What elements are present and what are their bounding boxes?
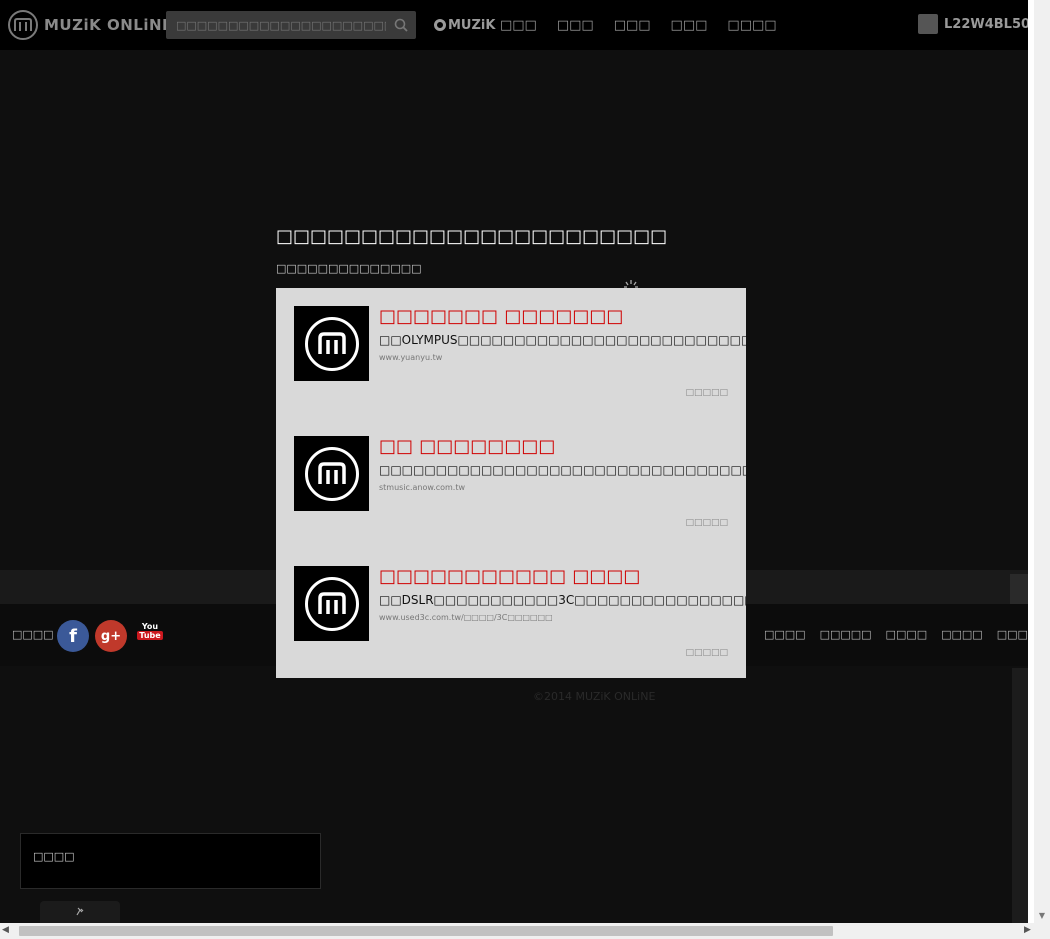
footer-link[interactable]: □□□□ bbox=[886, 628, 928, 641]
nav-item-5[interactable]: □□□□ bbox=[727, 18, 776, 33]
ad-item[interactable]: □□□□□□□ □□□□□□□ □□OLYMPUS□□□□□□□□□□□□□□□… bbox=[294, 306, 746, 436]
scroll-right-arrow-icon[interactable]: ▶ bbox=[1024, 925, 1031, 935]
ad-more-link[interactable]: □□□□□ bbox=[685, 648, 728, 658]
nav-item-muzik[interactable]: MUZiK □□□ bbox=[434, 18, 537, 33]
ad-title[interactable]: □□ □□□□□□□□ bbox=[379, 436, 555, 457]
ad-description: □□DSLR□□□□□□□□□□□3C□□□□□□□□□□□□□□□□□□□□□… bbox=[379, 593, 746, 607]
ad-url[interactable]: www.used3c.com.tw/□□□□/3C□□□□□□ bbox=[379, 613, 553, 622]
ad-more-link[interactable]: □□□□□ bbox=[685, 518, 728, 528]
nav-item-3[interactable]: □□□ bbox=[614, 18, 651, 33]
overlay-title: □□□□□□□□□□□□□□□□□□□□□□□ bbox=[276, 226, 668, 247]
nav-item-4[interactable]: □□□ bbox=[671, 18, 708, 33]
search-icon[interactable] bbox=[386, 11, 416, 39]
avatar bbox=[918, 14, 938, 34]
pin-icon bbox=[76, 907, 84, 916]
footer-links: □□□□ □□□□□ □□□□ □□□□ □□□□ □□□ bbox=[764, 628, 1050, 641]
copyright: ©2014 MUZiK ONLiNE bbox=[533, 690, 656, 703]
ad-title[interactable]: □□□□□□□□□□□ □□□□ bbox=[379, 566, 640, 587]
youtube-icon[interactable]: You Tube bbox=[136, 622, 164, 648]
vertical-scrollbar[interactable] bbox=[1034, 0, 1050, 923]
ad-more-link[interactable]: □□□□□ bbox=[685, 388, 728, 398]
scroll-down-arrow-icon[interactable]: ▼ bbox=[1034, 908, 1050, 923]
logo-mark-icon bbox=[8, 10, 38, 40]
search-box bbox=[166, 11, 416, 39]
ad-title[interactable]: □□□□□□□ □□□□□□□ bbox=[379, 306, 623, 327]
muzik-logo-icon bbox=[304, 446, 359, 501]
muzik-dot-icon bbox=[434, 19, 446, 31]
chat-title: □□□□ bbox=[33, 850, 75, 863]
ad-description: □□□□□□□□□□□□□□□□□□□□□□□□□□□□□□□□□□□□□□□□… bbox=[379, 463, 746, 477]
muzik-logo-icon bbox=[304, 316, 359, 371]
chat-widget[interactable]: □□□□ bbox=[20, 833, 321, 889]
logo-text: MUZiK ONLiNE bbox=[44, 16, 173, 34]
ad-thumbnail bbox=[294, 436, 369, 511]
ad-description: □□OLYMPUS□□□□□□□□□□□□□□□□□□□□□□□□□□□□□□□… bbox=[379, 333, 746, 347]
ad-thumbnail bbox=[294, 566, 369, 641]
ad-thumbnail bbox=[294, 306, 369, 381]
ad-url[interactable]: www.yuanyu.tw bbox=[379, 353, 442, 362]
facebook-icon[interactable]: f bbox=[57, 620, 89, 652]
scroll-left-arrow-icon[interactable]: ◀ bbox=[2, 925, 9, 935]
nav-item-2[interactable]: □□□ bbox=[557, 18, 594, 33]
main-nav: MUZiK □□□ □□□ □□□ □□□ □□□□ bbox=[434, 0, 797, 50]
overlay-subtitle: □□□□□□□□□□□□□□ bbox=[276, 262, 422, 275]
username: L22W4BL508 bbox=[944, 16, 1040, 32]
footer-link[interactable]: □□□□ bbox=[764, 628, 806, 641]
ad-item[interactable]: □□□□□□□□□□□ □□□□ □□DSLR□□□□□□□□□□□3C□□□□… bbox=[294, 566, 746, 678]
muzik-logo-icon bbox=[304, 576, 359, 631]
ad-list: □□□□□□□ □□□□□□□ □□OLYMPUS□□□□□□□□□□□□□□□… bbox=[276, 288, 746, 678]
ad-item[interactable]: □□ □□□□□□□□ □□□□□□□□□□□□□□□□□□□□□□□□□□□□… bbox=[294, 436, 746, 566]
user-menu[interactable]: L22W4BL508 bbox=[918, 14, 1039, 34]
footer-link[interactable]: □□□□ bbox=[941, 628, 983, 641]
site-logo[interactable]: MUZiK ONLiNE bbox=[8, 9, 173, 41]
google-plus-icon[interactable]: g+ bbox=[95, 620, 127, 652]
horizontal-scrollbar-thumb[interactable] bbox=[19, 926, 833, 936]
pin-tab[interactable] bbox=[40, 901, 120, 923]
follow-label: □□□□ bbox=[12, 628, 54, 641]
vertical-scrollbar-thumb[interactable] bbox=[1028, 0, 1034, 923]
footer-link[interactable]: □□□□□ bbox=[820, 628, 872, 641]
search-input[interactable] bbox=[166, 11, 386, 39]
ad-url[interactable]: stmusic.anow.com.tw bbox=[379, 483, 465, 492]
top-navbar: MUZiK ONLiNE MUZiK □□□ □□□ □□□ □□□ □□□□ … bbox=[0, 0, 1039, 50]
